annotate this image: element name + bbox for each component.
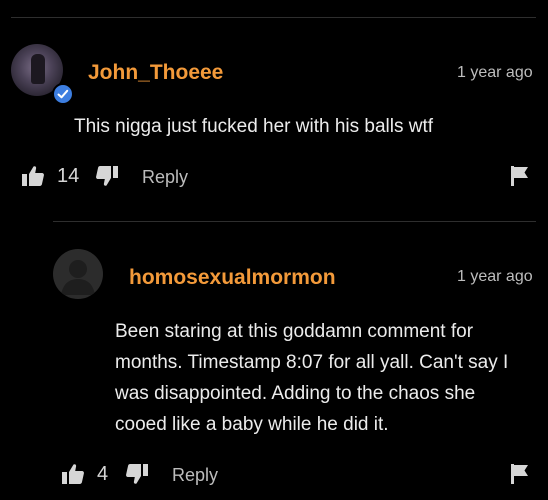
flag-icon[interactable] [510,463,530,485]
top-divider [11,17,536,18]
reply-button[interactable]: Reply [142,167,188,188]
thumbs-down-icon[interactable] [125,462,149,486]
comment-text: Been staring at this goddamn comment for… [115,321,509,435]
checkmark-icon [57,89,69,99]
verified-badge [52,83,74,105]
reply-button[interactable]: Reply [172,465,218,486]
comment-username[interactable]: homosexualmormon [129,266,336,290]
reply-divider [53,221,536,222]
thumbs-down-icon[interactable] [95,164,119,188]
comment-timestamp: 1 year ago [457,64,533,81]
flag-icon[interactable] [510,165,530,187]
like-count: 4 [97,463,109,485]
avatar[interactable] [53,249,103,299]
thumbs-up-icon[interactable] [21,164,45,188]
thumbs-up-icon[interactable] [61,462,85,486]
like-count: 14 [57,165,80,187]
default-avatar-icon [61,260,95,295]
comment-timestamp: 1 year ago [457,268,533,285]
comment-text: This nigga just fucked her with his ball… [74,116,434,137]
comment-username[interactable]: John_Thoeee [88,61,223,85]
